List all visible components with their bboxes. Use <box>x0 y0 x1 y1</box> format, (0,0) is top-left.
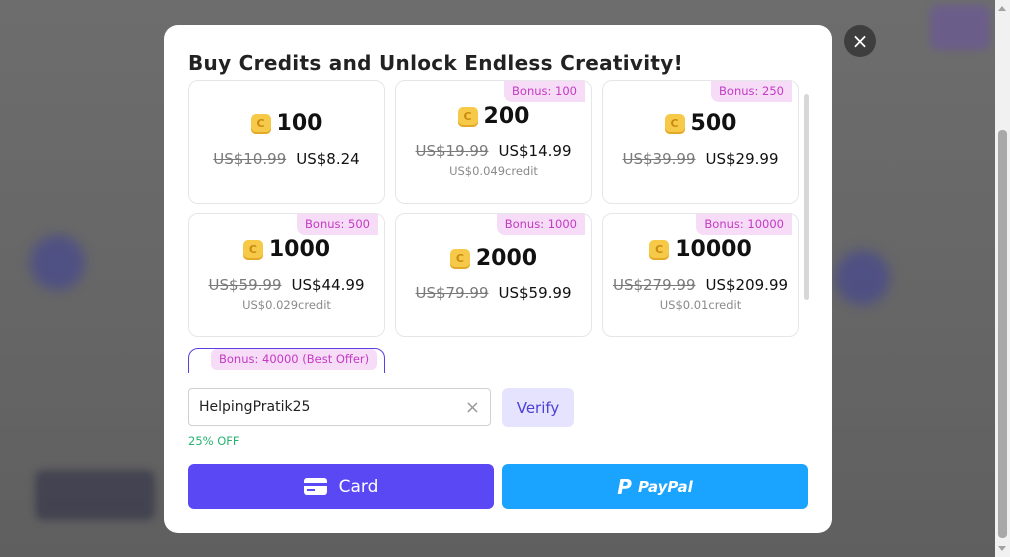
scrollbar-thumb[interactable] <box>998 130 1007 538</box>
coin-icon <box>250 113 271 134</box>
clear-icon[interactable]: × <box>465 397 480 418</box>
price-per-credit: US$0.049credit <box>449 164 538 178</box>
close-button[interactable]: × <box>844 25 876 57</box>
pay-with-paypal-button[interactable]: P PayPal <box>502 464 808 509</box>
package-amount: 500 <box>603 111 798 136</box>
package-price: US$279.99 US$209.99 <box>603 276 798 294</box>
credit-card-icon <box>303 478 327 495</box>
sale-price: US$209.99 <box>705 276 789 294</box>
bonus-badge: Bonus: 1000 <box>496 214 585 235</box>
package-card-1000[interactable]: Bonus: 500 1000 US$59.99 US$44.99 US$0.0… <box>188 213 385 337</box>
bonus-badge: Bonus: 10000 <box>696 214 792 235</box>
package-amount: 100 <box>189 111 384 136</box>
coin-icon <box>449 248 470 269</box>
original-price: US$10.99 <box>213 150 287 168</box>
package-amount: 1000 <box>189 237 384 262</box>
background-decoration <box>835 250 890 305</box>
modal-title: Buy Credits and Unlock Endless Creativit… <box>188 51 684 75</box>
page-scrollbar[interactable] <box>995 0 1010 557</box>
coin-icon <box>649 239 670 260</box>
background-decoration <box>35 470 155 520</box>
coupon-code-input[interactable]: HelpingPratik25 × <box>188 388 491 426</box>
original-price: US$279.99 <box>612 276 696 294</box>
original-price: US$79.99 <box>415 284 489 302</box>
original-price: US$59.99 <box>208 276 282 294</box>
package-price: US$10.99 US$8.24 <box>189 150 384 168</box>
coin-icon <box>664 113 685 134</box>
original-price: US$39.99 <box>622 150 696 168</box>
package-price: US$79.99 US$59.99 <box>396 284 591 302</box>
packages-scrollbar[interactable] <box>804 94 809 300</box>
paypal-icon: P <box>617 474 632 499</box>
package-card-10000[interactable]: Bonus: 10000 10000 US$279.99 US$209.99 U… <box>602 213 799 337</box>
package-amount: 200 <box>396 104 591 129</box>
package-amount-value: 2000 <box>475 246 538 271</box>
package-price: US$19.99 US$14.99 <box>396 142 591 160</box>
package-amount: 10000 <box>603 237 798 262</box>
coupon-code-value: HelpingPratik25 <box>199 399 311 415</box>
paypal-button-label: PayPal <box>637 477 693 496</box>
package-amount: 2000 <box>396 246 591 271</box>
package-card-100[interactable]: 100 US$10.99 US$8.24 <box>188 80 385 204</box>
bonus-badge: Bonus: 40000 (Best Offer) <box>211 349 378 370</box>
package-price: US$59.99 US$44.99 <box>189 276 384 294</box>
scroll-down-arrow-icon[interactable] <box>998 546 1006 551</box>
bonus-badge: Bonus: 250 <box>711 81 792 102</box>
credit-packages-grid[interactable]: 100 US$10.99 US$8.24 Bonus: 100 200 US$1… <box>188 80 808 373</box>
coin-icon <box>242 239 263 260</box>
sale-price: US$8.24 <box>296 150 360 168</box>
package-amount-value: 10000 <box>675 237 752 262</box>
buy-credits-modal: Buy Credits and Unlock Endless Creativit… <box>164 25 832 533</box>
price-per-credit: US$0.01credit <box>659 298 742 312</box>
price-per-credit: US$0.029credit <box>242 298 331 312</box>
bonus-badge: Bonus: 500 <box>297 214 378 235</box>
sale-price: US$44.99 <box>291 276 365 294</box>
discount-text: 25% OFF <box>188 434 240 448</box>
package-card-200[interactable]: Bonus: 100 200 US$19.99 US$14.99 US$0.04… <box>395 80 592 204</box>
sale-price: US$14.99 <box>498 142 572 160</box>
original-price: US$19.99 <box>415 142 489 160</box>
background-decoration <box>930 5 990 50</box>
card-button-label: Card <box>338 476 379 497</box>
coin-icon <box>457 106 478 127</box>
sale-price: US$29.99 <box>705 150 779 168</box>
close-icon: × <box>851 29 869 53</box>
bonus-badge: Bonus: 100 <box>504 81 585 102</box>
sale-price: US$59.99 <box>498 284 572 302</box>
verify-button[interactable]: Verify <box>502 388 574 427</box>
background-decoration <box>30 235 85 290</box>
package-amount-value: 500 <box>690 111 737 136</box>
package-amount-value: 100 <box>276 111 323 136</box>
package-amount-value: 200 <box>483 104 530 129</box>
pay-with-card-button[interactable]: Card <box>188 464 494 509</box>
package-price: US$39.99 US$29.99 <box>603 150 798 168</box>
package-card-500[interactable]: Bonus: 250 500 US$39.99 US$29.99 <box>602 80 799 204</box>
package-card-2000[interactable]: Bonus: 1000 2000 US$79.99 US$59.99 <box>395 213 592 337</box>
package-card-best-offer[interactable]: Bonus: 40000 (Best Offer) <box>188 348 385 373</box>
scroll-up-arrow-icon[interactable] <box>998 6 1006 11</box>
package-amount-value: 1000 <box>268 237 331 262</box>
